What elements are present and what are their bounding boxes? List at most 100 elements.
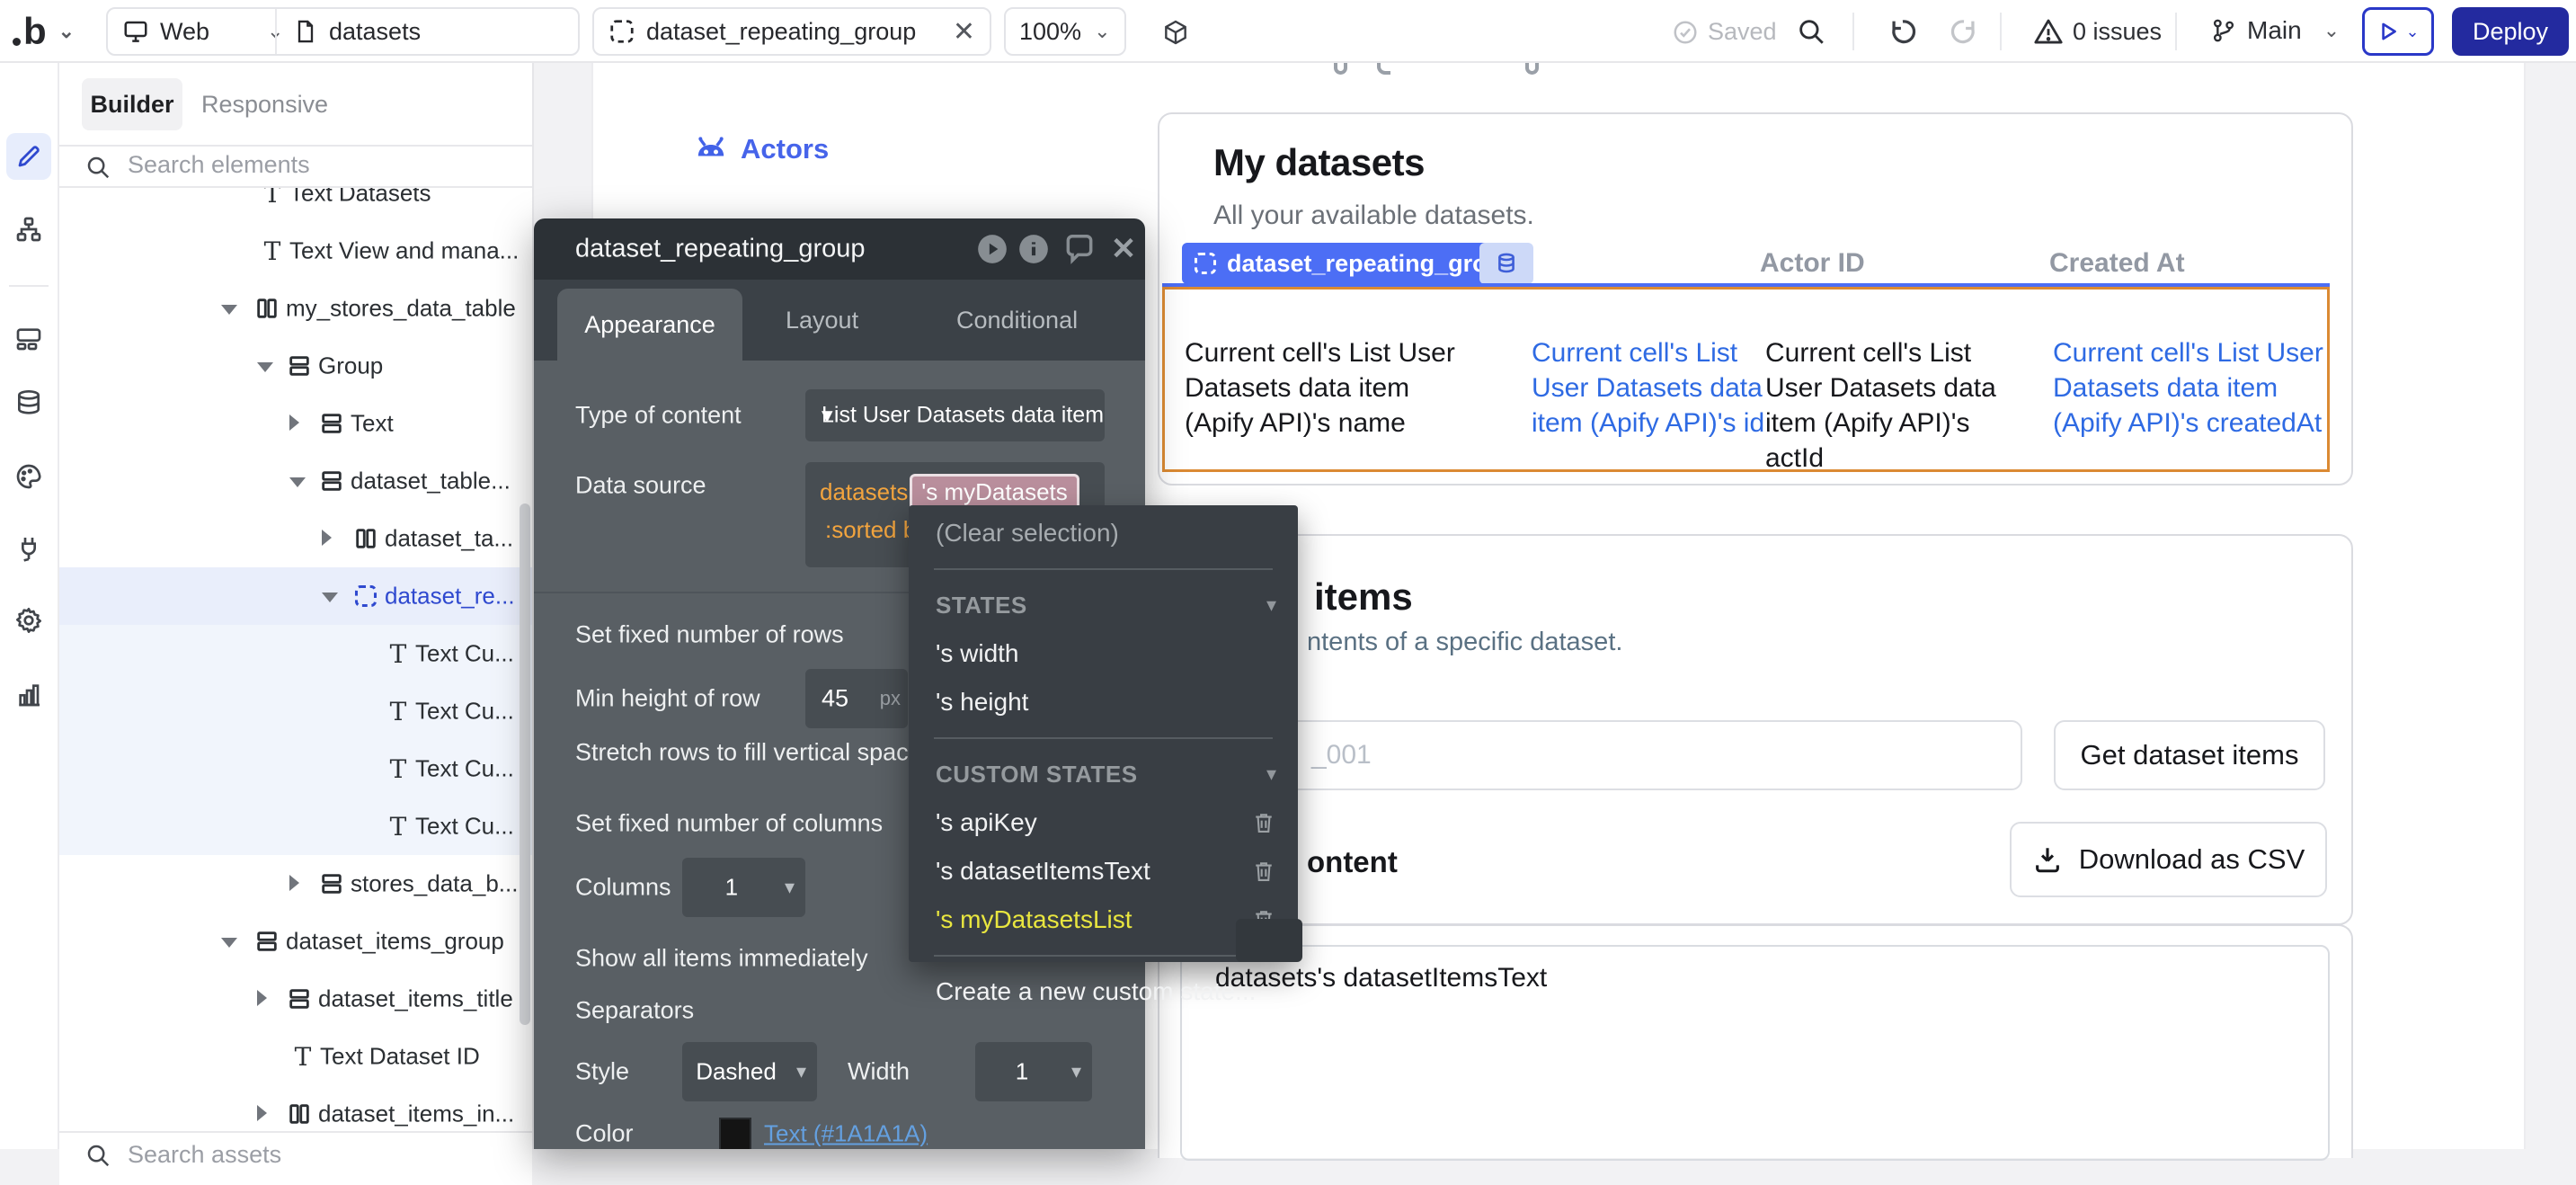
- issues-button[interactable]: 0 issues: [2033, 16, 2162, 47]
- styles-palette-icon[interactable]: [13, 461, 44, 492]
- database-icon[interactable]: [13, 388, 44, 418]
- close-panel-icon[interactable]: ✕: [1111, 231, 1137, 267]
- dropdown-item[interactable]: STATES ▾: [909, 581, 1298, 629]
- separator-style-select[interactable]: Dashed ▾: [682, 1042, 817, 1101]
- tree-row[interactable]: T stores_data_b...: [59, 855, 532, 913]
- chevron-right-icon[interactable]: [289, 414, 299, 431]
- expression-token-datasets[interactable]: datasets: [820, 478, 908, 506]
- tree-row[interactable]: T dataset_items_title: [59, 970, 532, 1028]
- component-library-button[interactable]: [1161, 18, 1190, 47]
- dropdown-item[interactable]: 's datasetItemsText ▾: [909, 847, 1298, 895]
- tree-row[interactable]: T dataset_table...: [59, 452, 532, 510]
- card-subtitle: All your available datasets.: [1213, 200, 1534, 231]
- dropdown-item[interactable]: CUSTOM STATES ▾: [909, 750, 1298, 798]
- chevron-down-icon[interactable]: [221, 938, 237, 948]
- color-swatch[interactable]: [719, 1118, 751, 1149]
- tree-row[interactable]: T Group: [59, 337, 532, 395]
- tab-builder[interactable]: Builder: [82, 78, 182, 130]
- logs-chart-icon[interactable]: [13, 679, 44, 709]
- dropdown-item[interactable]: ▾: [909, 557, 1298, 581]
- tab-responsive[interactable]: Responsive: [201, 78, 328, 130]
- tree-row[interactable]: T Text Cu...: [59, 682, 532, 740]
- cell-expression: Current cell's List User Datasets data i…: [1185, 338, 1455, 438]
- panel-header[interactable]: dataset_repeating_group ✕: [534, 218, 1145, 280]
- dropdown-item[interactable]: Create a new custom state... ▾: [909, 967, 1298, 1016]
- workflow-sitemap-icon[interactable]: [13, 214, 44, 245]
- tree-row[interactable]: T dataset_items_in...: [59, 1085, 532, 1131]
- tree-row[interactable]: T dataset_ta...: [59, 510, 532, 567]
- comment-icon[interactable]: [1062, 232, 1097, 266]
- search-elements-input[interactable]: [126, 150, 471, 180]
- undo-button[interactable]: [1888, 16, 1918, 47]
- chevron-right-icon[interactable]: [289, 875, 299, 891]
- trash-icon[interactable]: [1251, 859, 1276, 884]
- tree-row[interactable]: T my_stores_data_table: [59, 280, 532, 337]
- preview-element-icon[interactable]: [975, 232, 1009, 266]
- tree-row[interactable]: T Text: [59, 395, 532, 452]
- components-icon[interactable]: [13, 323, 44, 353]
- actors-nav-item[interactable]: Actors: [692, 131, 829, 167]
- chevron-down-icon[interactable]: [257, 362, 273, 372]
- deploy-button[interactable]: Deploy: [2452, 7, 2569, 56]
- logo-chevron-icon[interactable]: ⌄: [58, 20, 74, 43]
- dropdown-item[interactable]: 's width ▾: [909, 629, 1298, 678]
- settings-gear-icon[interactable]: [13, 605, 44, 636]
- tab-layout[interactable]: Layout: [786, 280, 858, 361]
- download-csv-button[interactable]: Download as CSV: [2010, 822, 2327, 897]
- device-select[interactable]: Web ⌄: [122, 18, 283, 46]
- data-source-chip[interactable]: [1479, 243, 1533, 284]
- dropdown-item[interactable]: 's height ▾: [909, 678, 1298, 726]
- design-pencil-icon[interactable]: [13, 141, 44, 172]
- zoom-select[interactable]: 100% ⌄: [1004, 7, 1126, 56]
- chevron-down-icon[interactable]: ▾: [1266, 762, 1276, 786]
- page-select[interactable]: datasets ⌄: [293, 18, 608, 46]
- branch-chevron-icon: ⌄: [2323, 19, 2340, 42]
- tree-row[interactable]: T Text Cu...: [59, 625, 532, 682]
- tab-appearance[interactable]: Appearance: [557, 289, 742, 361]
- type-of-content-label: Type of content: [575, 402, 742, 430]
- trash-icon[interactable]: [1251, 810, 1276, 835]
- element-tab[interactable]: dataset_repeating_group ✕: [592, 7, 991, 56]
- columns-select[interactable]: 1 ▾: [682, 858, 805, 917]
- tree-row[interactable]: T Text Cu...: [59, 740, 532, 797]
- tree-row[interactable]: T Text Cu...: [59, 797, 532, 855]
- chevron-down-icon[interactable]: [221, 305, 237, 315]
- min-height-input[interactable]: 45 px: [805, 669, 908, 728]
- branch-select[interactable]: Main ⌄: [2209, 14, 2340, 47]
- search-button[interactable]: [1796, 16, 1826, 47]
- chevron-down-icon[interactable]: ▾: [1266, 593, 1276, 617]
- chevron-down-icon[interactable]: [322, 592, 338, 602]
- device-page-group: Web ⌄ datasets ⌄: [106, 7, 580, 56]
- chevron-right-icon[interactable]: [257, 1105, 267, 1121]
- info-icon[interactable]: [1017, 232, 1051, 266]
- tree-row[interactable]: T Text View and mana...: [59, 222, 532, 280]
- bubble-logo[interactable]: b ⌄: [13, 11, 74, 52]
- search-assets-input[interactable]: [126, 1140, 471, 1170]
- tree-row[interactable]: T dataset_items_group: [59, 913, 532, 970]
- tree-row-label: Text: [351, 410, 394, 438]
- tree-scrollbar[interactable]: [520, 503, 530, 1025]
- type-of-content-select[interactable]: List User Datasets data item ▾: [805, 389, 1105, 441]
- chevron-down-icon[interactable]: [289, 477, 306, 487]
- dropdown-item[interactable]: ▾: [909, 726, 1298, 750]
- close-tab-icon[interactable]: ✕: [953, 16, 975, 48]
- logo-letter: b: [23, 10, 46, 53]
- get-dataset-items-button[interactable]: Get dataset items: [2054, 720, 2325, 790]
- dropdown-item[interactable]: (Clear selection) ▾: [909, 509, 1298, 557]
- redo-button[interactable]: [1949, 16, 1979, 47]
- expression-token-sorted[interactable]: :sorted b: [825, 516, 916, 543]
- tab-conditional[interactable]: Conditional: [956, 280, 1078, 361]
- show-all-items-toggle[interactable]: [1236, 919, 1302, 962]
- separator-width-select[interactable]: 1 ▾: [975, 1042, 1092, 1101]
- chevron-right-icon[interactable]: [257, 990, 267, 1006]
- preview-button[interactable]: ⌄: [2362, 7, 2434, 56]
- dropdown-item[interactable]: 's apiKey ▾: [909, 798, 1298, 847]
- chevron-right-icon[interactable]: [322, 530, 332, 546]
- tree-row[interactable]: T Text Datasets: [59, 188, 532, 222]
- tree-row[interactable]: T Text Dataset ID: [59, 1028, 532, 1085]
- color-value-link[interactable]: Text (#1A1A1A): [764, 1120, 928, 1148]
- dataset-items-textarea[interactable]: datasets's datasetItemsText: [1180, 945, 2330, 1161]
- tree-row[interactable]: T dataset_re...: [59, 567, 532, 625]
- plugins-plug-icon[interactable]: [13, 533, 44, 564]
- zoom-chevron-icon: ⌄: [1094, 20, 1110, 43]
